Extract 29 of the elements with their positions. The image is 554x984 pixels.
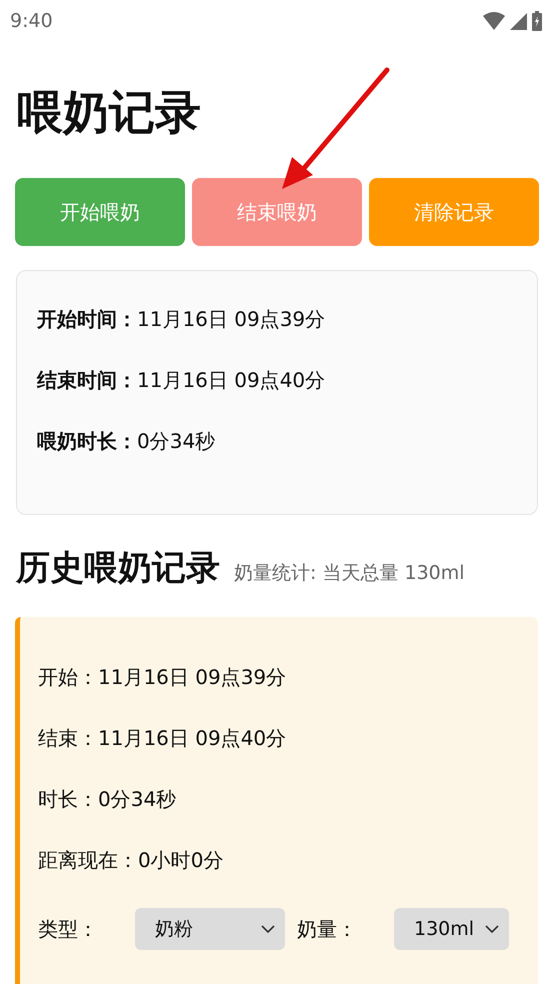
summary-text: 奶量统计: 当天总量 130ml (234, 561, 465, 586)
field-value: 11月16日 09点39分 (137, 306, 326, 333)
signal-icon (510, 12, 527, 30)
section-title: 历史喂奶记录 (16, 547, 220, 590)
amount-dropdown[interactable]: 130ml (394, 908, 509, 950)
status-time: 9:40 (10, 10, 53, 32)
chevron-icon (261, 925, 275, 933)
type-dropdown[interactable]: 奶粉 (135, 908, 285, 950)
field-label: 喂奶时长： (37, 428, 137, 455)
field-label: 开始时间： (37, 306, 137, 333)
field-value: 11月16日 09点40分 (137, 367, 326, 394)
field-label: 距离现在： (38, 847, 138, 874)
wifi-icon (483, 12, 505, 30)
action-button[interactable]: 清除记录 (369, 178, 539, 246)
chevron-icon (485, 925, 499, 933)
field-value: 0分34秒 (137, 428, 216, 455)
field-label: 开始： (38, 664, 98, 691)
field-label: 时长： (38, 786, 98, 813)
field-label: 结束： (38, 725, 98, 752)
amount-label: 奶量： (297, 916, 358, 942)
field-value: 0小时0分 (138, 847, 224, 874)
action-button[interactable]: 开始喂奶 (15, 178, 185, 246)
type-label: 类型： (38, 916, 99, 942)
page-title: 喂奶记录 (17, 84, 202, 141)
field-label: 结束时间： (37, 367, 137, 394)
field-value: 11月16日 09点40分 (98, 725, 286, 752)
battery-icon (532, 11, 542, 31)
field-value: 11月16日 09点39分 (98, 664, 286, 691)
field-value: 0分34秒 (98, 786, 176, 813)
